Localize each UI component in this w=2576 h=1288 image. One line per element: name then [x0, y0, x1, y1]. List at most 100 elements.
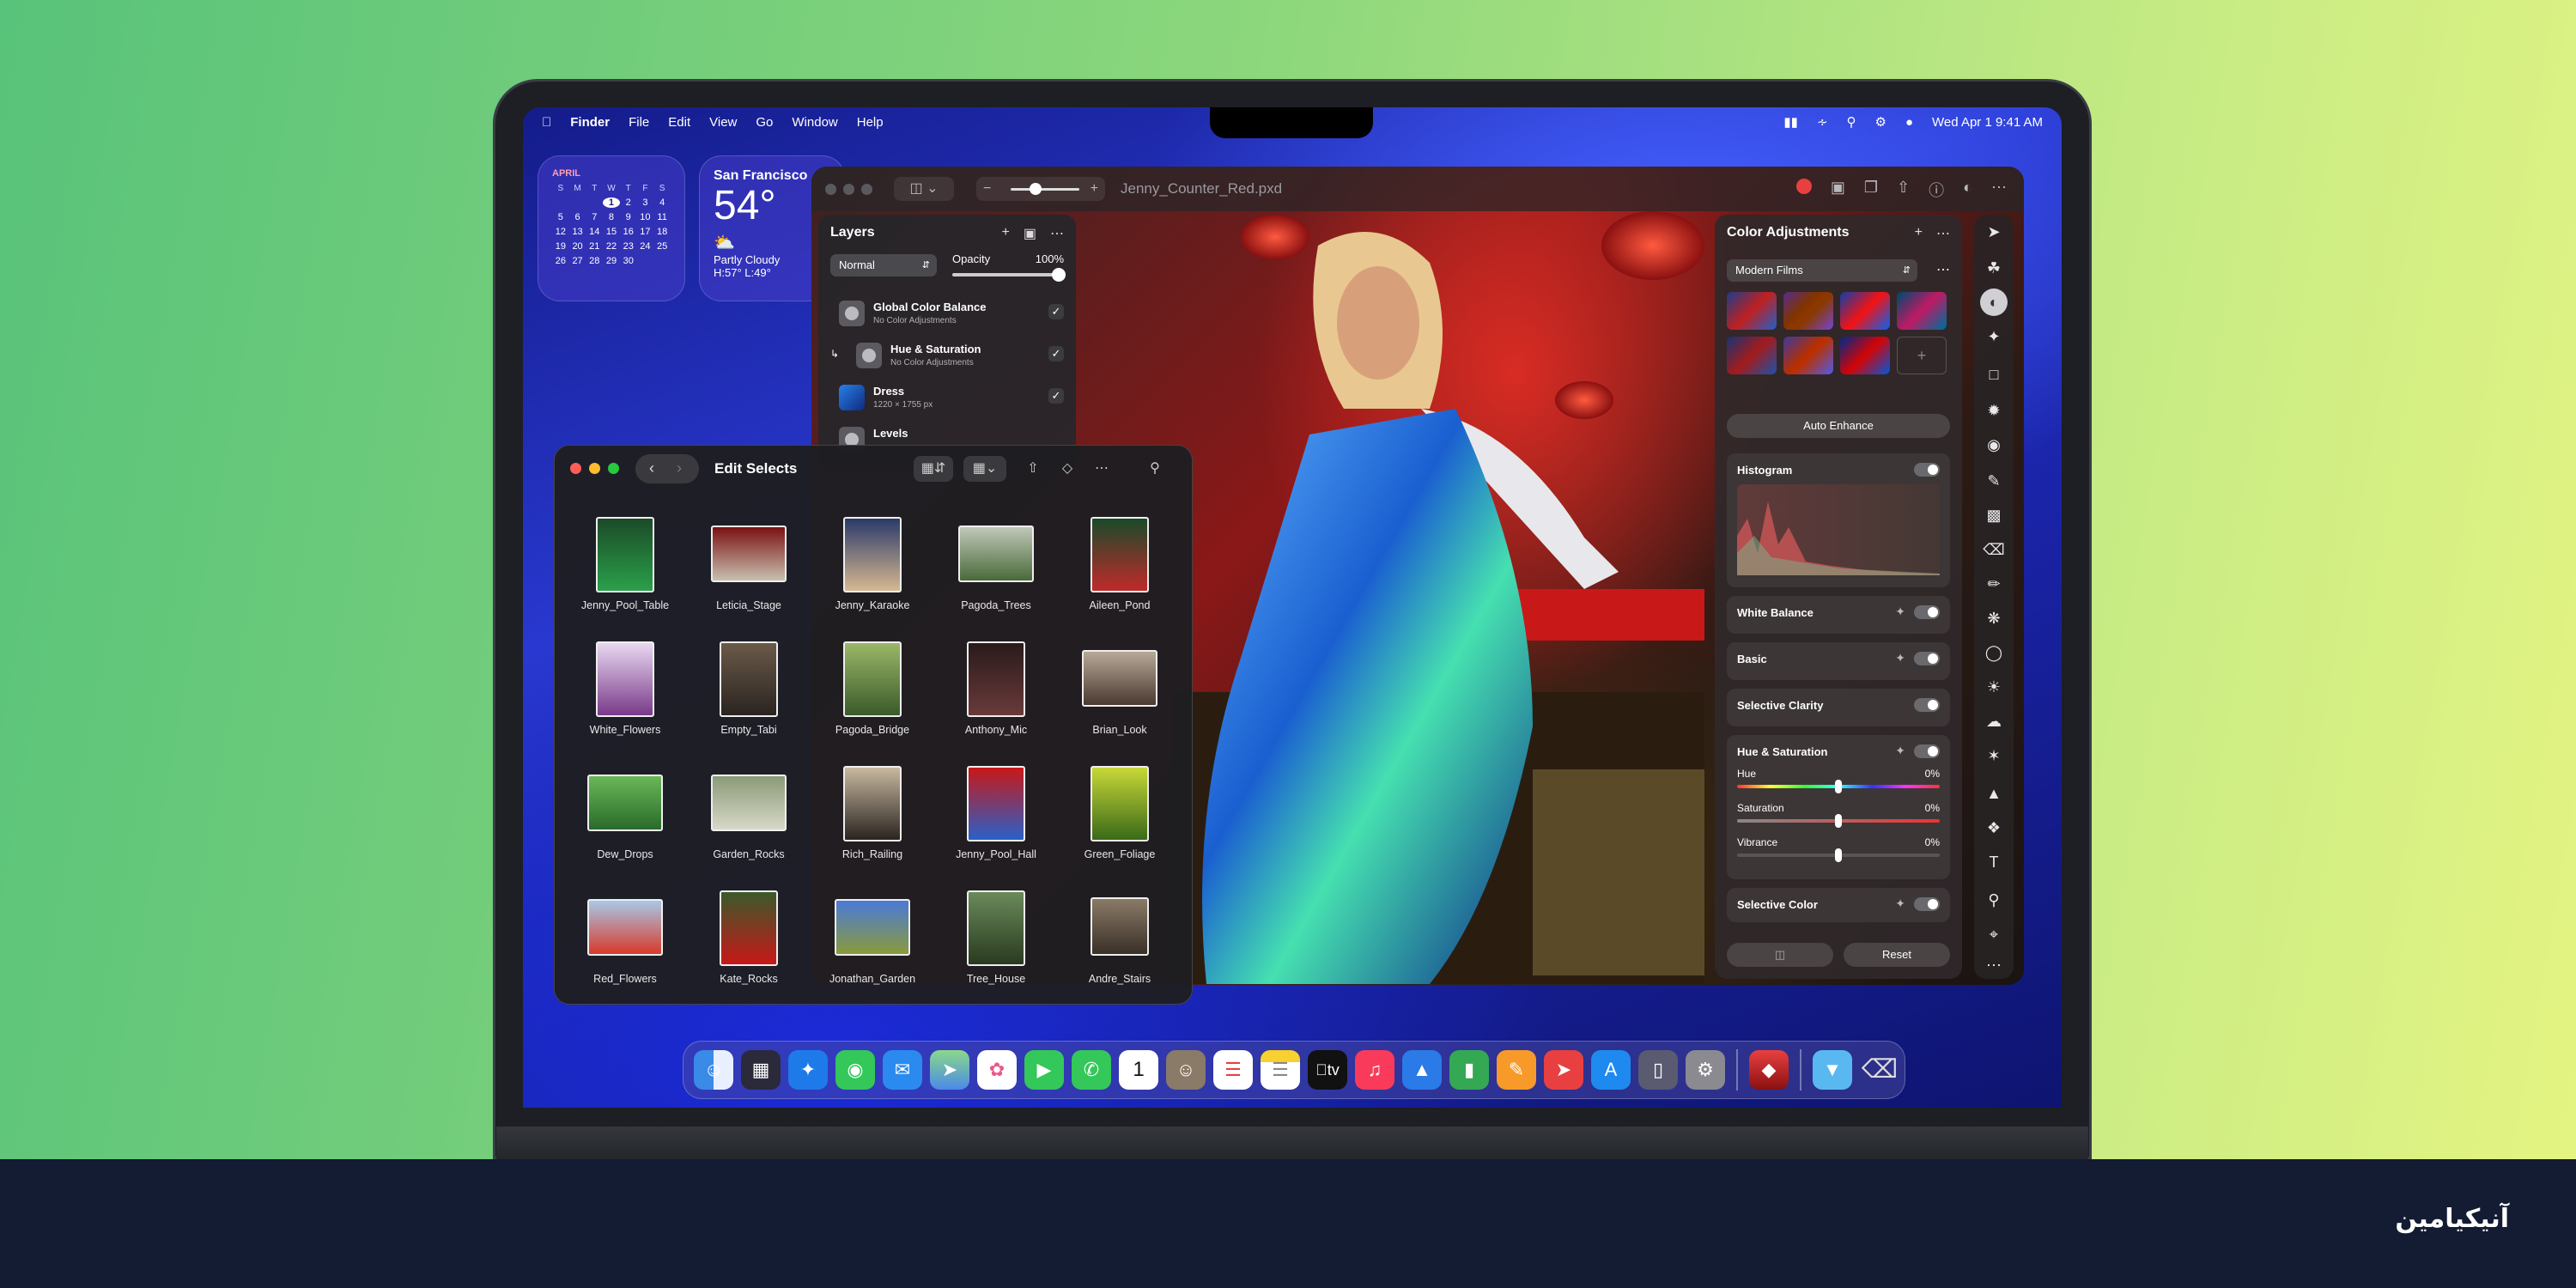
file-item[interactable]: Jenny_Pool_Hall [934, 759, 1058, 873]
view-mode-button[interactable]: ▦⇵ [914, 456, 953, 482]
add-adjustment-icon[interactable]: + [1915, 225, 1923, 242]
selection-tool-icon[interactable]: □ [1974, 366, 2014, 384]
blur-icon[interactable]: ☁ [1974, 713, 2014, 731]
zoom-button[interactable] [608, 463, 619, 474]
file-item[interactable]: Green_Foliage [1058, 759, 1182, 873]
style-tool-icon[interactable]: ☘ [1974, 259, 2014, 277]
layer-row[interactable]: ↳ Hue & Saturation No Color Adjustments … [830, 337, 1074, 377]
rocket-icon[interactable]: ➤ [1544, 1050, 1583, 1090]
settings-icon[interactable]: ⚙ [1686, 1050, 1725, 1090]
menu-window[interactable]: Window [792, 115, 837, 130]
quick-select-icon[interactable]: ✹ [1974, 402, 2014, 420]
blend-mode-select[interactable]: Normal ⇵ [830, 254, 937, 276]
color-select-icon[interactable]: ◉ [1974, 436, 2014, 454]
record-icon[interactable] [1795, 179, 1812, 194]
opacity-slider[interactable] [952, 273, 1062, 276]
mail-icon[interactable]: ✉ [883, 1050, 922, 1090]
clone-icon[interactable]: ◯ [1974, 644, 2014, 662]
menu-clock[interactable]: Wed Apr 1 9:41 AM [1932, 115, 2043, 130]
tv-icon[interactable]: tv [1308, 1050, 1347, 1090]
photos-icon[interactable]: ✿ [977, 1050, 1017, 1090]
file-item[interactable]: Aileen_Pond [1058, 510, 1182, 624]
downloads-folder-icon[interactable]: ▼ [1813, 1050, 1852, 1090]
shape-tool-icon[interactable]: ▲ [1974, 785, 2014, 803]
zoom-out-icon[interactable]: − [983, 177, 991, 201]
auto-enhance-button[interactable]: Auto Enhance [1727, 414, 1950, 438]
tag-button[interactable]: ◇ [1053, 456, 1082, 482]
magic-wand-icon[interactable]: ✦ [1895, 651, 1905, 665]
pages-icon[interactable]: ✎ [1497, 1050, 1536, 1090]
add-layer-icon[interactable]: + [1002, 225, 1010, 242]
preset-thumbnail[interactable] [1840, 337, 1890, 374]
file-item[interactable]: Empty_Tabi [687, 635, 811, 749]
compare-button[interactable]: ◫ [1727, 943, 1833, 967]
spotlight-search-icon[interactable]: ⚲ [1847, 114, 1856, 130]
preset-thumbnail[interactable] [1727, 292, 1777, 330]
layer-row[interactable]: Global Color Balance No Color Adjustment… [830, 295, 1074, 335]
music-icon[interactable]: ♫ [1355, 1050, 1394, 1090]
share-button[interactable]: ⇧ [1018, 456, 1048, 482]
crop-tool-icon[interactable]: ⌖ [1974, 926, 2014, 944]
white-balance-toggle[interactable] [1914, 605, 1940, 619]
search-button[interactable]: ⚲ [1140, 456, 1170, 482]
group-button[interactable]: ▦⌄ [963, 456, 1006, 482]
file-item[interactable]: Jenny_Pool_Table [563, 510, 687, 624]
canvas-photo[interactable] [1172, 211, 1704, 984]
paint-brush-icon[interactable]: ✎ [1974, 472, 2014, 490]
file-item[interactable]: Andre_Stairs [1058, 884, 1182, 998]
notes-icon[interactable]: ☰ [1261, 1050, 1300, 1090]
close-button[interactable] [570, 463, 581, 474]
saturation-knob[interactable] [1835, 814, 1842, 828]
minimize-button[interactable] [589, 463, 600, 474]
file-item[interactable]: Pagoda_Trees [934, 510, 1058, 624]
numbers-icon[interactable]: ▮ [1449, 1050, 1489, 1090]
zoom-tool-icon[interactable]: ⚲ [1974, 891, 2014, 909]
calendar-icon[interactable]: 1 [1119, 1050, 1158, 1090]
preset-select[interactable]: Modern Films ⇵ [1727, 259, 1917, 282]
file-item[interactable]: Kate_Rocks [687, 884, 811, 998]
iphone-mirroring-icon[interactable]: ▯ [1638, 1050, 1678, 1090]
hue-saturation-toggle[interactable] [1914, 744, 1940, 758]
add-preset-button[interactable]: + [1897, 337, 1947, 374]
launchpad-icon[interactable]: ▦ [741, 1050, 781, 1090]
zoom-slider-track[interactable] [1011, 188, 1079, 191]
selective-clarity-section[interactable]: Selective Clarity [1727, 689, 1950, 726]
selective-color-section[interactable]: Selective Color ✦ [1727, 888, 1950, 922]
menu-file[interactable]: File [629, 115, 649, 130]
pencil-icon[interactable]: ✏ [1974, 575, 2014, 593]
battery-icon[interactable]: ▮▮ [1783, 114, 1798, 130]
trash-icon[interactable]: ⌫ [1860, 1050, 1899, 1090]
more-icon[interactable]: ⋯ [1991, 179, 2007, 201]
layers-more-icon[interactable]: ⋯ [1050, 225, 1064, 242]
minimize-button[interactable] [843, 183, 854, 195]
eraser-icon[interactable]: ⌫ [1974, 541, 2014, 559]
file-item[interactable]: White_Flowers [563, 635, 687, 749]
warp-icon[interactable]: ✶ [1974, 747, 2014, 765]
file-item[interactable]: Tree_House [934, 884, 1058, 998]
menu-view[interactable]: View [709, 115, 737, 130]
reminders-icon[interactable]: ☰ [1213, 1050, 1253, 1090]
vector-tool-icon[interactable]: ❖ [1974, 819, 2014, 837]
vibrance-knob[interactable] [1835, 848, 1842, 862]
forward-arrow-icon[interactable]: › [677, 459, 682, 477]
magic-wand-icon[interactable]: ✦ [1895, 605, 1905, 619]
calendar-widget[interactable]: APRIL S M T W T F S 1 2 3 4 5 6 7 8 9 10 11 12 13 14 15 16 17 18… [538, 155, 685, 301]
menu-help[interactable]: Help [857, 115, 884, 130]
magic-wand-icon[interactable]: ✦ [1895, 744, 1905, 758]
file-item[interactable]: Brian_Look [1058, 635, 1182, 749]
adjust-icon[interactable]: ◐ [1963, 179, 1972, 201]
image-icon[interactable]: ▣ [1831, 179, 1845, 201]
file-item[interactable]: Rich_Railing [811, 759, 934, 873]
hue-knob[interactable] [1835, 780, 1842, 793]
action-button[interactable]: ⋯ [1087, 456, 1116, 482]
file-item[interactable]: Leticia_Stage [687, 510, 811, 624]
adjustments-more-icon[interactable]: ⋯ [1936, 225, 1950, 242]
siri-icon[interactable]: ● [1905, 115, 1913, 130]
apple-icon[interactable]:  [542, 115, 551, 130]
file-item[interactable]: Jonathan_Garden [811, 884, 934, 998]
close-button[interactable] [825, 183, 836, 195]
preset-thumbnail[interactable] [1840, 292, 1890, 330]
layer-visibility-checkbox[interactable]: ✓ [1048, 388, 1064, 404]
preset-thumbnail[interactable] [1783, 292, 1833, 330]
share-icon[interactable]: ⇧ [1897, 179, 1910, 201]
